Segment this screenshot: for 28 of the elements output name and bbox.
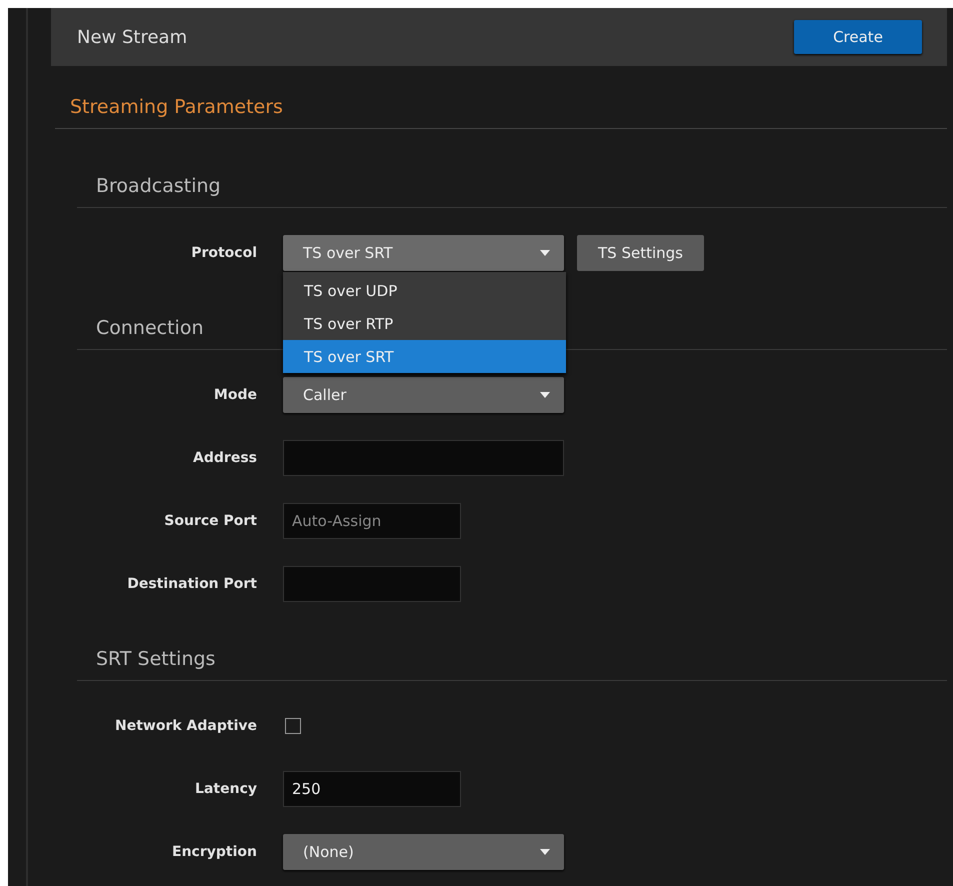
input-field[interactable] <box>283 440 564 476</box>
field-label: Mode <box>212 387 257 403</box>
dropdown-option[interactable]: TS over RTP <box>283 307 566 340</box>
field-label: Destination Port <box>126 576 257 592</box>
dropdown-option[interactable]: TS over SRT <box>283 340 566 373</box>
field-label: Network Adaptive <box>114 718 257 734</box>
group-heading: Broadcasting <box>77 174 947 208</box>
field-label: Latency <box>194 781 257 797</box>
section-title: Streaming Parameters <box>55 66 947 129</box>
field-label: Encryption <box>171 844 257 860</box>
input-field[interactable] <box>283 566 461 602</box>
create-button[interactable]: Create <box>794 20 922 54</box>
dropdown[interactable]: Caller <box>283 377 564 413</box>
field-label: Source Port <box>163 513 257 529</box>
input-field[interactable]: 250 <box>283 771 461 807</box>
group-heading: SRT Settings <box>77 647 947 681</box>
caret-icon <box>540 250 550 256</box>
dropdown[interactable]: (None) <box>283 834 564 870</box>
input-field[interactable]: Auto-Assign <box>283 503 461 539</box>
dropdown[interactable]: TS over SRT <box>283 235 564 271</box>
dropdown-option[interactable]: TS over UDP <box>283 274 566 307</box>
caret-icon <box>540 392 550 398</box>
settings-button[interactable]: TS Settings <box>577 235 704 271</box>
caret-icon <box>540 849 550 855</box>
page-title: New Stream <box>77 26 188 48</box>
field-label: Address <box>192 450 257 466</box>
field-label: Protocol <box>190 245 257 261</box>
checkbox[interactable] <box>285 718 301 734</box>
